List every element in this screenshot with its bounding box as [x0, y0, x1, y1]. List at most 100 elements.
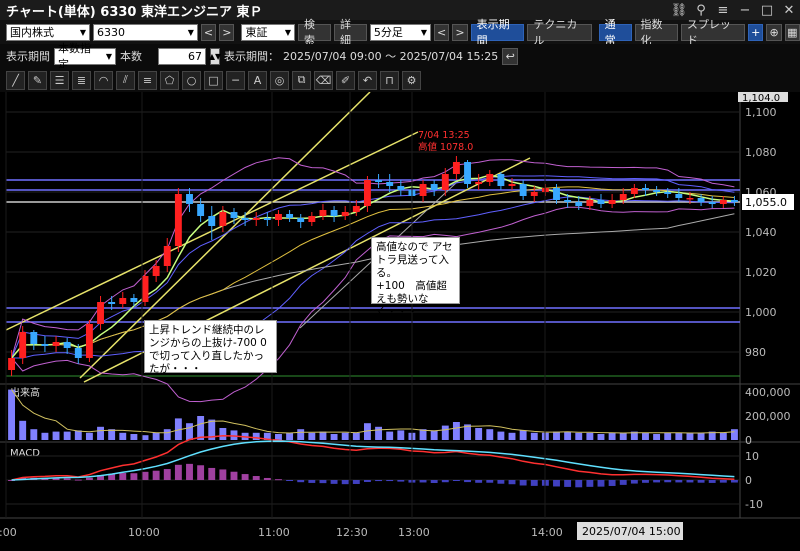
macd-histogram-bar [508, 480, 516, 485]
detail-button[interactable]: 詳細 [333, 18, 367, 47]
fan-tool-icon[interactable]: ⫽ [116, 70, 135, 90]
price-axis-label: 1,080 [745, 146, 777, 159]
settings-tool-icon[interactable]: ⚙ [402, 70, 421, 90]
macd-histogram-bar [141, 471, 149, 480]
candle-body [74, 348, 82, 358]
range-value: 2025/07/04 09:00 ～ 2025/07/04 15:25 [283, 50, 499, 63]
candle-body [219, 212, 227, 226]
chevron-down-icon: ▼ [284, 27, 292, 37]
volume-bar [608, 432, 616, 440]
candle-body [63, 342, 71, 348]
technical-button[interactable]: テクニカル [527, 18, 592, 47]
normal-button[interactable]: 通常 [598, 18, 632, 47]
candle-body [208, 216, 216, 226]
maximize-icon[interactable]: □ [756, 3, 778, 18]
hline-tool-icon[interactable]: ☰ [50, 70, 69, 90]
add-icon[interactable]: + [748, 23, 764, 41]
candle-body [85, 324, 93, 358]
macd-histogram-bar [386, 480, 394, 482]
volume-bar [297, 429, 305, 440]
macd-histogram-bar [452, 480, 460, 481]
pencil-tool-icon[interactable]: ✐ [336, 70, 355, 90]
text-tool-icon[interactable]: A [248, 70, 267, 90]
macd-histogram-bar [475, 480, 483, 483]
interval-select-value: 5分足 [373, 26, 403, 39]
macd-histogram-bar [363, 480, 371, 482]
volume-bar [397, 430, 405, 440]
macd-histogram-bar [186, 463, 193, 480]
volume-bar [430, 430, 438, 440]
interval-select[interactable]: 5分足 ▼ [369, 23, 432, 41]
pen-tool-icon[interactable]: ✎ [28, 70, 47, 90]
prev-interval-button[interactable]: < [434, 23, 450, 41]
fib-tool-icon[interactable]: ≡ [138, 70, 157, 90]
volume-bar [197, 416, 205, 440]
macd-histogram-bar [664, 480, 672, 483]
market-select-value: 国内株式 [10, 26, 54, 39]
icon-tool-icon[interactable]: ◎ [270, 70, 289, 90]
candle-body [308, 216, 316, 222]
period-toolbar: 表示期間 本数指定 ▼ 本数 67 ▲▼ 表示期間： 2025/07/04 09:… [0, 42, 800, 71]
price-chart[interactable]: 1,1001,0801,0601,0401,0201,0009807/04 13… [0, 92, 800, 551]
count-stepper[interactable]: ▲▼ [209, 47, 221, 65]
macd-axis-label: -10 [745, 498, 763, 511]
candle-body [230, 212, 238, 218]
candle-body [375, 180, 383, 182]
magnet-tool-icon[interactable]: ⊓ [380, 70, 399, 90]
spread-button[interactable]: スプレッド [680, 18, 746, 47]
time-axis-label: 14:00 [531, 526, 563, 539]
candle-body [630, 188, 638, 194]
candle-body [8, 358, 16, 370]
count-input[interactable]: 67 [158, 47, 206, 65]
candle-body [241, 218, 249, 220]
candle-body [719, 200, 727, 204]
horizontal-line-tool-icon[interactable]: ─ [226, 70, 245, 90]
arc-tool-icon[interactable]: ◠ [94, 70, 113, 90]
refresh-icon[interactable]: ↩ [502, 47, 519, 65]
circle-tool-icon[interactable]: ○ [182, 70, 201, 90]
candle-body [186, 194, 193, 204]
undo-tool-icon[interactable]: ↶ [358, 70, 377, 90]
pentagon-tool-icon[interactable]: ⬠ [160, 70, 179, 90]
volume-bar [252, 432, 260, 440]
volume-bar [341, 432, 349, 440]
candle-body [252, 218, 260, 220]
search-button[interactable]: 検索 [298, 18, 331, 47]
price-axis-label: 980 [745, 346, 766, 359]
volume-bar [508, 432, 516, 440]
eraser-tool-icon[interactable]: ⌫ [314, 70, 333, 90]
line-tool-icon[interactable]: ╱ [6, 70, 25, 90]
exchange-select[interactable]: 東証 ▼ [241, 23, 296, 41]
rectangle-tool-icon[interactable]: □ [204, 70, 223, 90]
annotation-note-high-entry[interactable]: 高値なので アセトラ見送って入る。 +100 高値超えも勢いなく・・・ [371, 237, 460, 318]
next-code-button[interactable]: > [219, 23, 235, 41]
copy-tool-icon[interactable]: ⧉ [292, 70, 311, 90]
macd-panel-label: MACD [10, 448, 40, 459]
candle-body [119, 298, 127, 304]
macd-histogram-bar [375, 480, 383, 482]
candle-body [19, 332, 27, 358]
macd-histogram-bar [63, 478, 71, 480]
count-input-value: 67 [188, 49, 202, 63]
grid-icon[interactable]: ▦ [784, 23, 800, 41]
macd-histogram-bar [286, 480, 294, 481]
volume-bar [642, 432, 649, 440]
code-input[interactable]: 6330 ▼ [92, 23, 198, 41]
close-icon[interactable]: ✕ [778, 3, 800, 18]
mode-select[interactable]: 本数指定 ▼ [54, 42, 116, 71]
prev-code-button[interactable]: < [200, 23, 217, 41]
volume-bar [308, 432, 316, 440]
candle-body [430, 184, 438, 190]
channel-tool-icon[interactable]: ≣ [72, 70, 91, 90]
candle-body [319, 210, 327, 216]
index-button[interactable]: 指数化 [634, 18, 678, 47]
candle-body [386, 182, 394, 186]
annotation-note-range-breakout[interactable]: 上昇トレンド継続中のレンジからの上抜け-700 0で切って入り直したかったが・・… [144, 320, 277, 375]
volume-bar [330, 434, 338, 440]
volume-axis-label: 200,000 [745, 410, 791, 423]
market-select[interactable]: 国内株式 ▼ [6, 23, 90, 41]
period-button[interactable]: 表示期間 [470, 18, 525, 47]
volume-bar [219, 428, 227, 440]
next-interval-button[interactable]: > [452, 23, 468, 41]
zoom-icon[interactable]: ⊕ [766, 23, 782, 41]
